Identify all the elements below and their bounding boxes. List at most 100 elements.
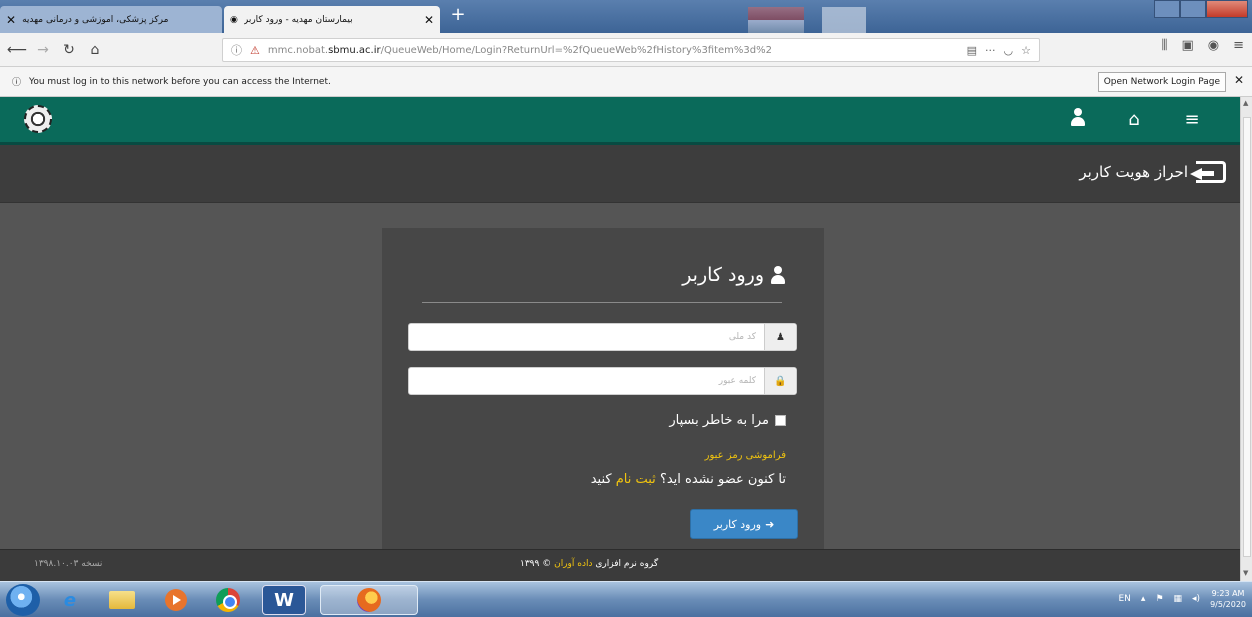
scroll-thumb[interactable] xyxy=(1243,117,1251,557)
maximize-button[interactable] xyxy=(1180,0,1206,18)
tab-close-icon[interactable]: ✕ xyxy=(424,13,434,27)
page-actions-icon[interactable]: ··· xyxy=(985,44,996,57)
credit-year: ۱۳۹۹ xyxy=(520,559,540,569)
sign-in-arrow-icon xyxy=(1190,161,1226,183)
page-footer: نسخه ۱۳۹۸.۱۰.۰۳ گروه نرم افزاری داده آور… xyxy=(0,549,1240,581)
user-icon[interactable] xyxy=(1066,108,1090,132)
scroll-up-icon[interactable]: ▲ xyxy=(1243,99,1251,107)
pocket-icon[interactable]: ◡ xyxy=(1004,44,1014,57)
media-player-icon[interactable] xyxy=(154,585,198,615)
reload-icon[interactable]: ↻ xyxy=(58,39,80,61)
extension-icon[interactable]: ◉ xyxy=(1208,38,1219,53)
flag-icon[interactable]: ⚑ xyxy=(1155,594,1163,604)
sign-in-icon: ➜ xyxy=(765,517,775,531)
tab-label: مرکز پزشکی، آموزشی و درمانی مهدیه xyxy=(22,14,169,25)
password-field: 🔒 xyxy=(408,367,797,395)
notice-close-icon[interactable]: ✕ xyxy=(1234,73,1244,87)
volume-icon[interactable]: ◂) xyxy=(1192,594,1200,604)
lock-icon[interactable]: ⚠ xyxy=(250,44,260,57)
browser-navbar: ⟵ → ↻ ⌂ ⓘ ⚠ mmc.nobat.sbmu.ac.ir/QueueWe… xyxy=(0,33,1252,67)
close-window-button[interactable] xyxy=(1206,0,1248,18)
browser-tab-active[interactable]: ◉ بیمارستان مهدیه - ورود کاربر ✕ xyxy=(224,6,440,33)
word-icon[interactable]: W xyxy=(262,585,306,615)
team-link[interactable]: داده آوران xyxy=(554,559,592,569)
url-domain: sbmu.ac.ir xyxy=(328,44,381,56)
scroll-down-icon[interactable]: ▼ xyxy=(1243,569,1251,577)
system-tray: EN ▴ ⚑ ▦ ◂) 9:23 AM 9/5/2020 xyxy=(1118,588,1246,610)
app-header: ⌂ ≡ xyxy=(0,97,1240,145)
divider xyxy=(422,302,782,303)
user-icon xyxy=(770,266,786,284)
menu-icon[interactable]: ≡ xyxy=(1233,38,1244,53)
window-controls xyxy=(1154,0,1248,18)
hamburger-menu-icon[interactable]: ≡ xyxy=(1180,108,1204,132)
url-path: /QueueWeb/Home/Login?ReturnUrl=%2fQueueW… xyxy=(380,44,772,56)
user-icon: ♟ xyxy=(764,324,796,350)
footer-credit: گروه نرم افزاری داده آوران © ۱۳۹۹ xyxy=(520,559,658,569)
windows-taskbar: e W EN ▴ ⚑ ▦ ◂) 9:23 AM 9/5/2020 xyxy=(0,581,1252,617)
url-text[interactable]: mmc.nobat.sbmu.ac.ir/QueueWeb/Home/Login… xyxy=(268,45,959,56)
login-button-label: ورود کاربر xyxy=(713,517,762,531)
chrome-icon[interactable] xyxy=(206,585,250,615)
tab-favicon-icon: ◉ xyxy=(230,14,238,25)
browser-tabbar: ✕ مرکز پزشکی، آموزشی و درمانی مهدیه ◉ بی… xyxy=(0,0,1252,33)
browser-tab-inactive[interactable]: ✕ مرکز پزشکی، آموزشی و درمانی مهدیه xyxy=(0,6,222,33)
register-link[interactable]: ثبت نام xyxy=(616,472,656,487)
home-icon[interactable]: ⌂ xyxy=(84,39,106,61)
info-circle-icon: ⓘ xyxy=(12,78,22,88)
background-window-thumbnail xyxy=(748,7,804,33)
captive-portal-notice: ⓘ You must log in to this network before… xyxy=(0,67,1252,97)
version-text: نسخه ۱۳۹۸.۱۰.۰۳ xyxy=(34,559,103,569)
credit-prefix: گروه نرم افزاری xyxy=(595,559,659,569)
not-member-text: تا کنون عضو نشده اید؟ xyxy=(659,472,786,487)
copyright-icon: © xyxy=(542,559,552,569)
lock-icon: 🔒 xyxy=(764,368,796,394)
notice-text: You must log in to this network before y… xyxy=(29,76,331,87)
page-header: احراز هویت کاربر xyxy=(1079,161,1226,183)
internet-explorer-icon[interactable]: e xyxy=(48,585,92,615)
home-icon[interactable]: ⌂ xyxy=(1122,108,1146,132)
login-panel: ورود کاربر ♟ 🔒 مرا به خاطر بسپار فراموشی… xyxy=(382,228,824,553)
bookmark-star-icon[interactable]: ☆ xyxy=(1021,44,1031,57)
username-field: ♟ xyxy=(408,323,797,351)
login-button[interactable]: ➜ ورود کاربر xyxy=(690,509,798,539)
sidebar-icon[interactable]: ▣ xyxy=(1181,38,1193,53)
password-input[interactable] xyxy=(409,368,764,394)
back-arrow-icon[interactable]: ⟵ xyxy=(6,39,28,61)
remember-me-checkbox[interactable] xyxy=(775,415,786,426)
page-scrollbar[interactable]: ▲ ▼ xyxy=(1240,97,1252,581)
info-icon[interactable]: ⓘ xyxy=(231,42,242,58)
tab-label: بیمارستان مهدیه - ورود کاربر xyxy=(243,14,353,25)
tab-close-icon[interactable]: ✕ xyxy=(6,13,16,27)
new-tab-button[interactable]: + xyxy=(448,5,468,25)
remember-me[interactable]: مرا به خاطر بسپار xyxy=(669,413,786,428)
forward-arrow-icon[interactable]: → xyxy=(32,39,54,61)
library-icon[interactable]: ⫼ xyxy=(1161,38,1167,53)
open-login-page-button[interactable]: Open Network Login Page xyxy=(1097,72,1226,92)
remember-me-label: مرا به خاطر بسپار xyxy=(669,413,769,428)
url-bar[interactable]: ⓘ ⚠ mmc.nobat.sbmu.ac.ir/QueueWeb/Home/L… xyxy=(222,38,1040,62)
start-button[interactable] xyxy=(6,584,40,616)
clock-date: 9/5/2020 xyxy=(1210,600,1246,609)
firefox-icon[interactable] xyxy=(320,585,418,615)
site-logo[interactable] xyxy=(24,105,52,133)
url-prefix: mmc.nobat. xyxy=(267,44,329,56)
clock-time: 9:23 AM xyxy=(1211,589,1245,598)
network-icon[interactable]: ▦ xyxy=(1174,594,1183,604)
clock[interactable]: 9:23 AM 9/5/2020 xyxy=(1210,588,1246,610)
register-prompt: تا کنون عضو نشده اید؟ ثبت نام کنید xyxy=(591,472,786,487)
file-explorer-icon[interactable] xyxy=(100,585,144,615)
login-title: ورود کاربر xyxy=(682,264,786,286)
minimize-button[interactable] xyxy=(1154,0,1180,18)
toolbar-icons: ⫼ ▣ ◉ ≡ xyxy=(1161,38,1244,53)
login-title-text: ورود کاربر xyxy=(682,264,764,286)
page-title: احراز هویت کاربر xyxy=(1079,163,1188,181)
register-suffix: کنید xyxy=(590,472,612,487)
national-code-input[interactable] xyxy=(409,324,764,350)
forgot-password-link[interactable]: فراموشی رمز عبور xyxy=(705,450,786,461)
page-header-bar: احراز هویت کاربر xyxy=(0,145,1240,203)
background-window-thumbnail xyxy=(822,7,866,33)
tray-expand-icon[interactable]: ▴ xyxy=(1141,594,1146,604)
reader-view-icon[interactable]: ▤ xyxy=(967,44,977,57)
language-indicator[interactable]: EN xyxy=(1118,594,1130,604)
